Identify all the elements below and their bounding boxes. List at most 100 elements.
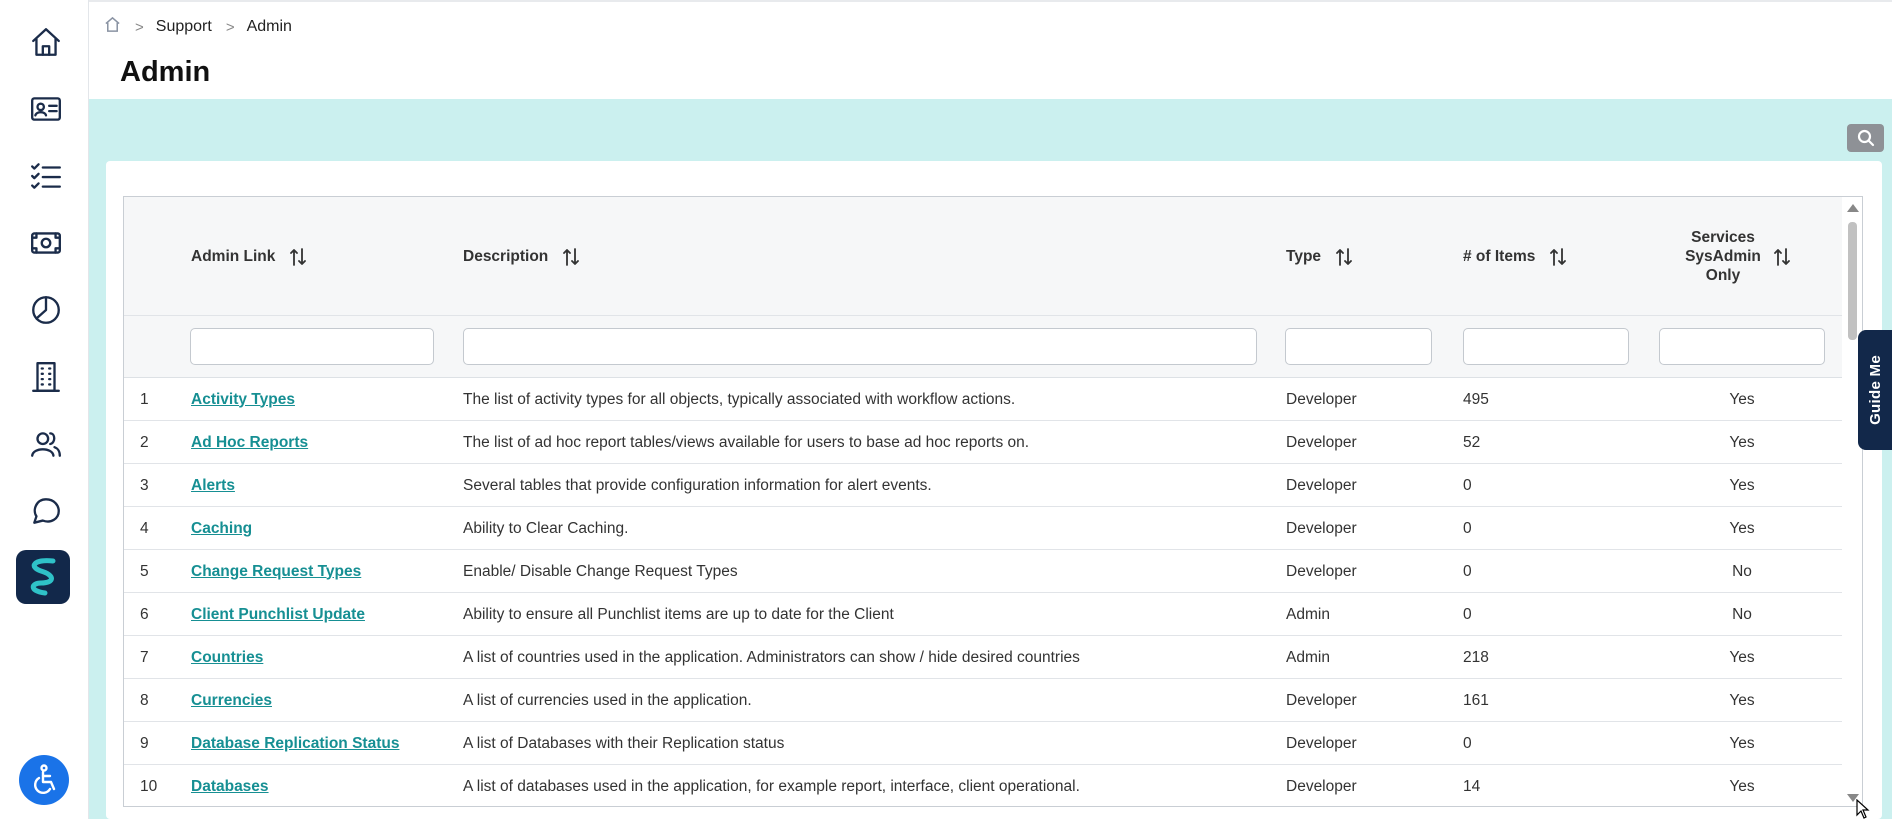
breadcrumb-home[interactable] — [104, 16, 121, 38]
sysadmin-cell: No — [1732, 562, 1752, 580]
items-count-cell: 52 — [1463, 433, 1481, 451]
type-cell: Developer — [1286, 777, 1357, 795]
admin-link[interactable]: Database Replication Status — [191, 722, 399, 765]
sort-button[interactable] — [1773, 247, 1791, 267]
sidebar-item-buildings[interactable] — [20, 351, 72, 403]
mouse-cursor-icon — [1856, 799, 1870, 819]
column-header-description: Description — [463, 197, 580, 316]
admin-link[interactable]: Currencies — [191, 679, 272, 722]
sysadmin-cell: Yes — [1729, 519, 1755, 537]
type-cell: Developer — [1286, 691, 1357, 709]
admin-link[interactable]: Ad Hoc Reports — [191, 421, 308, 464]
admin-link[interactable]: Activity Types — [191, 378, 295, 421]
row-number: 3 — [140, 476, 149, 494]
sidebar-item-brand[interactable] — [16, 550, 70, 604]
sidebar-item-reports[interactable] — [20, 284, 72, 336]
people-icon — [31, 432, 61, 457]
column-header-type: Type — [1286, 197, 1353, 316]
row-number: 8 — [140, 691, 149, 709]
sysadmin-cell: No — [1732, 605, 1752, 623]
items-count-cell: 218 — [1463, 648, 1489, 666]
checklist-icon — [31, 163, 61, 189]
items-count-cell: 161 — [1463, 691, 1489, 709]
sysadmin-cell: Yes — [1729, 648, 1755, 666]
description-cell: The list of activity types for all objec… — [463, 390, 1016, 408]
description-cell: Enable/ Disable Change Request Types — [463, 562, 738, 580]
items-count-cell: 0 — [1463, 605, 1472, 623]
sysadmin-cell: Yes — [1729, 476, 1755, 494]
contact-card-icon — [31, 97, 61, 121]
sidebar-item-people[interactable] — [20, 418, 72, 470]
sidebar-item-messages[interactable] — [20, 485, 72, 537]
sort-button[interactable] — [1549, 247, 1567, 267]
table-row: 7 Countries A list of countries used in th… — [124, 636, 1842, 679]
accessibility-button[interactable] — [19, 755, 69, 805]
row-number: 7 — [140, 648, 149, 666]
top-border — [89, 0, 1892, 2]
description-cell: The list of ad hoc report tables/views a… — [463, 433, 1030, 451]
scroll-thumb[interactable] — [1848, 222, 1857, 340]
sidebar-item-finance[interactable] — [20, 217, 72, 269]
pie-chart-icon — [32, 296, 60, 324]
search-button[interactable] — [1847, 124, 1884, 152]
sort-icon — [563, 247, 580, 266]
table-row: 3 Alerts Several tables that provide confi… — [124, 464, 1842, 507]
guide-me-tab[interactable]: Guide Me — [1858, 330, 1892, 450]
guide-me-label: Guide Me — [1866, 355, 1884, 425]
description-cell: Ability to Clear Caching. — [463, 519, 629, 537]
admin-link[interactable]: Countries — [191, 636, 263, 679]
admin-link[interactable]: Databases — [191, 765, 269, 806]
sort-button[interactable] — [1335, 247, 1353, 267]
items-count-cell: 0 — [1463, 476, 1472, 494]
sysadmin-cell: Yes — [1729, 734, 1755, 752]
items-count-cell: 0 — [1463, 562, 1472, 580]
building-icon — [32, 362, 60, 392]
vertical-scrollbar[interactable] — [1842, 197, 1862, 806]
column-label: Services SysAdmin Only — [1685, 229, 1761, 284]
sidebar — [0, 0, 89, 819]
admin-grid: Admin Link Description Type # of Items S… — [123, 196, 1863, 807]
sidebar-item-home[interactable] — [20, 16, 72, 68]
description-cell: A list of Databases with their Replicati… — [463, 734, 785, 752]
sysadmin-cell: Yes — [1729, 390, 1755, 408]
sidebar-item-tasks[interactable] — [20, 150, 72, 202]
type-cell: Developer — [1286, 562, 1357, 580]
type-cell: Admin — [1286, 648, 1330, 666]
admin-link[interactable]: Change Request Types — [191, 550, 361, 593]
filter-type-input[interactable] — [1285, 328, 1432, 365]
admin-link[interactable]: Caching — [191, 507, 252, 550]
filter-sysadmin-input[interactable] — [1659, 328, 1825, 365]
breadcrumb-item-support[interactable]: Support — [156, 18, 212, 36]
filter-admin-link-input[interactable] — [190, 328, 434, 365]
column-header-sysadmin: Services SysAdmin Only — [1679, 197, 1791, 316]
table-row: 8 Currencies A list of currencies used in … — [124, 679, 1842, 722]
column-label: # of Items — [1463, 247, 1536, 265]
items-count-cell: 0 — [1463, 734, 1472, 752]
column-label: Admin Link — [191, 247, 276, 265]
breadcrumb-item-admin[interactable]: Admin — [247, 18, 292, 36]
accessibility-icon — [34, 764, 56, 794]
column-header-admin-link: Admin Link — [191, 197, 307, 316]
scroll-up-arrow[interactable] — [1847, 204, 1859, 212]
sort-icon — [290, 247, 307, 266]
row-number: 9 — [140, 734, 149, 752]
admin-link[interactable]: Client Punchlist Update — [191, 593, 365, 636]
row-number: 6 — [140, 605, 149, 623]
breadcrumb-separator: > — [225, 18, 235, 36]
admin-link[interactable]: Alerts — [191, 464, 235, 507]
row-number: 1 — [140, 390, 149, 408]
sidebar-item-contacts[interactable] — [20, 83, 72, 135]
type-cell: Developer — [1286, 390, 1357, 408]
search-icon — [1857, 129, 1874, 147]
row-number: 10 — [140, 777, 158, 795]
table-row: 10 Databases A list of databases used in t… — [124, 765, 1842, 806]
filter-description-input[interactable] — [463, 328, 1257, 365]
filter-items-input[interactable] — [1463, 328, 1629, 365]
sysadmin-cell: Yes — [1729, 691, 1755, 709]
sort-button[interactable] — [562, 247, 580, 267]
chat-icon — [33, 498, 60, 524]
breadcrumb-separator: > — [135, 18, 144, 36]
sort-button[interactable] — [289, 247, 307, 267]
table-row: 1 Activity Types The list of activity type… — [124, 378, 1842, 421]
type-cell: Developer — [1286, 476, 1357, 494]
